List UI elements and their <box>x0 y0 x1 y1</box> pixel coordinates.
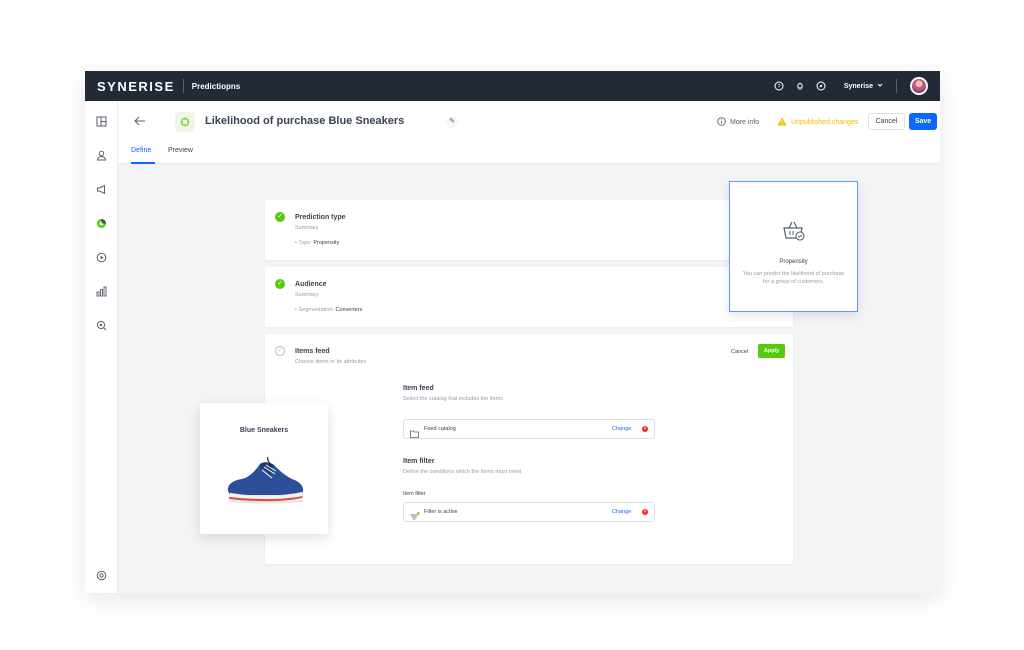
more-info-label: More info <box>730 119 760 126</box>
propensity-title: Propensity <box>779 259 808 265</box>
summary-key: Segmentation: <box>298 307 334 313</box>
card-title: Items feed <box>295 348 330 355</box>
propensity-description: You can predict the likelihood of purcha… <box>742 271 845 285</box>
check-icon: ✓ <box>275 212 285 222</box>
product-title: Blue Sneakers <box>239 427 289 434</box>
check-icon: ✓ <box>275 346 285 356</box>
summary-value: Converters <box>335 307 363 313</box>
play-icon[interactable] <box>95 251 108 264</box>
settings-icon[interactable] <box>95 569 108 582</box>
card-title: Prediction type <box>295 214 346 221</box>
back-arrow-icon[interactable] <box>134 115 146 129</box>
check-icon: ✓ <box>275 279 285 289</box>
help-icon[interactable]: ? <box>773 80 785 92</box>
item-filter-field[interactable]: Filter is active Change × <box>403 502 655 522</box>
sidebar <box>85 101 118 593</box>
topbar-divider-2 <box>896 79 897 93</box>
info-icon <box>717 117 726 128</box>
sneaker-image <box>224 455 306 510</box>
synerise-logo[interactable]: SYNERISE <box>97 79 175 94</box>
analytics-icon[interactable] <box>95 285 108 298</box>
item-filter-title: Item filter <box>403 458 435 465</box>
remove-icon[interactable]: × <box>642 426 648 432</box>
field-value: Feed catalog <box>424 426 456 432</box>
prediction-type-card[interactable]: ✓ Prediction type Summary • Type: Propen… <box>265 200 793 260</box>
warning-icon <box>777 117 787 128</box>
change-link[interactable]: Change <box>612 509 631 515</box>
module-name: Predictiopns <box>191 81 241 91</box>
apply-button[interactable]: Apply <box>758 344 785 358</box>
topbar-icons: ? Synerise <box>773 71 928 101</box>
item-feed-subtitle: Select the catalog that includes the ite… <box>403 396 503 402</box>
tab-define[interactable]: Define <box>131 147 151 154</box>
more-info-button[interactable]: More info <box>717 117 759 128</box>
items-feed-card: ✓ Items feed Choose items or its attribu… <box>265 334 793 564</box>
search-data-icon[interactable] <box>95 319 108 332</box>
bell-icon[interactable] <box>794 80 806 92</box>
dashboard-icon[interactable] <box>95 115 108 128</box>
page-header: Likelihood of purchase Blue Sneakers ✎ M… <box>118 101 940 164</box>
feed-catalog-field[interactable]: Feed catalog Change × <box>403 419 655 439</box>
propensity-card[interactable]: Propensity You can predict the likelihoo… <box>729 181 858 312</box>
folder-icon <box>410 425 419 443</box>
summary-item: • Type: Propensity <box>295 240 340 246</box>
cancel-button[interactable]: Cancel <box>731 349 748 355</box>
org-switcher[interactable]: Synerise <box>844 82 883 90</box>
change-link[interactable]: Change <box>612 426 631 432</box>
cancel-button[interactable]: Cancel <box>868 113 905 130</box>
card-subtitle: Summary <box>295 292 319 298</box>
card-subtitle: Summary <box>295 225 319 231</box>
filter-icon <box>410 508 420 526</box>
basket-icon <box>782 220 806 247</box>
svg-text:?: ? <box>777 84 780 90</box>
summary-value: Propensity <box>313 240 340 246</box>
remove-icon[interactable]: × <box>642 509 648 515</box>
field-value: Filter is active <box>424 509 458 515</box>
ai-icon[interactable] <box>95 217 108 230</box>
audience-card[interactable]: ✓ Audience Summary • Segmentation: Conve… <box>265 267 793 327</box>
product-card: Blue Sneakers <box>200 403 328 534</box>
topbar-divider <box>182 79 184 93</box>
item-feed-title: Item feed <box>403 385 434 392</box>
edit-icon[interactable]: ✎ <box>446 116 458 128</box>
active-tab-indicator <box>131 162 155 164</box>
card-title: Audience <box>295 281 327 288</box>
save-button[interactable]: Save <box>909 113 937 130</box>
user-icon[interactable] <box>95 149 108 162</box>
item-filter-label: Item filter <box>403 491 426 497</box>
page-title: Likelihood of purchase Blue Sneakers <box>205 115 405 127</box>
avatar[interactable] <box>910 77 928 95</box>
summary-item: • Segmentation: Converters <box>295 307 363 313</box>
megaphone-icon[interactable] <box>95 183 108 196</box>
top-bar: SYNERISE Predictiopns ? Synerise <box>85 71 940 101</box>
compass-icon[interactable] <box>815 80 827 92</box>
prediction-icon <box>175 112 195 132</box>
unpublished-label: Unpublished changes <box>791 119 859 126</box>
card-subtitle: Choose items or its attributes <box>295 359 367 365</box>
chevron-down-icon <box>877 82 883 90</box>
tab-preview[interactable]: Preview <box>168 147 193 154</box>
unpublished-status: Unpublished changes <box>777 117 858 128</box>
item-filter-subtitle: Define the conditions which the items mu… <box>403 469 522 475</box>
org-name: Synerise <box>843 82 873 90</box>
summary-key: Type: <box>298 240 312 246</box>
